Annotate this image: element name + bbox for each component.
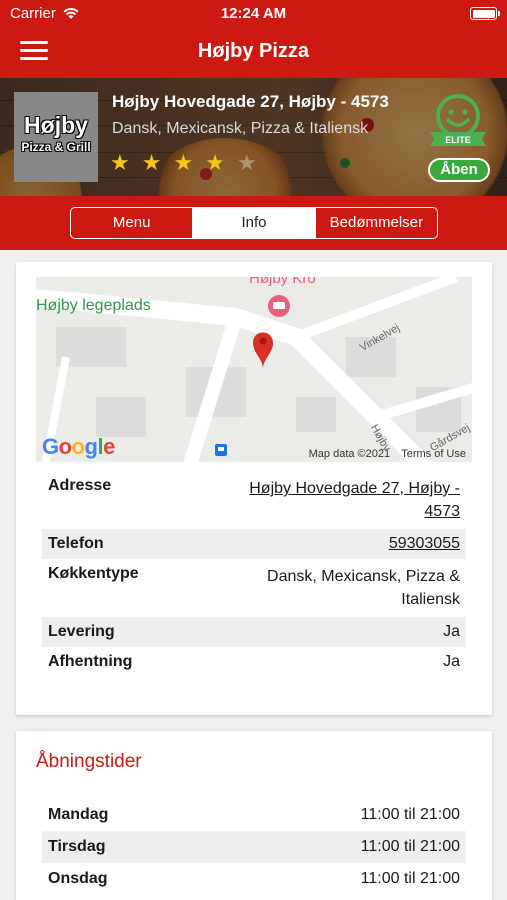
restaurant-header: Højby Pizza & Grill Højby Hovedgade 27, … [0, 78, 507, 196]
hours-row: Onsdag 11:00 til 21:00 [42, 863, 466, 895]
info-table: Adresse Højby Hovedgade 27, Højby - 4573… [42, 471, 466, 677]
nav-bar: Højby Pizza [0, 28, 507, 78]
day-label: Tirsdag [48, 838, 106, 855]
info-row-pickup: Afhentning Ja [42, 647, 466, 677]
logo-title: Højby [24, 112, 88, 138]
battery-icon [470, 7, 500, 20]
info-value: Ja [443, 623, 460, 640]
tab-bar: Menu Info Bedømmelser [0, 196, 507, 250]
star-icon: ★ [141, 150, 174, 175]
logo-subtitle: Pizza & Grill [21, 140, 91, 154]
restaurant-cuisine: Dansk, Mexicansk, Pizza & Italiensk [112, 120, 369, 137]
status-bar: Carrier 12:24 AM [0, 0, 507, 28]
info-label: Køkkentype [48, 565, 139, 582]
info-row-address: Adresse Højby Hovedgade 27, Højby - 4573 [42, 471, 466, 529]
info-label: Adresse [48, 477, 112, 494]
page-title: Højby Pizza [197, 40, 310, 62]
map-terms-link[interactable]: Terms of Use [401, 448, 466, 460]
star-icon: ★ [110, 150, 142, 175]
time-range: 11:00 til 21:00 [360, 838, 460, 855]
hours-row: Tirsdag 11:00 til 21:00 [42, 831, 466, 863]
info-row-delivery: Levering Ja [42, 617, 466, 647]
tab-info[interactable]: Info [192, 208, 315, 238]
address-link[interactable]: Højby Hovedgade 27, Højby - 4573 [210, 477, 460, 523]
open-status-badge: Åben [428, 158, 490, 182]
time-range: 11:00 til 21:00 [360, 870, 460, 887]
hours-row: Mandag 11:00 til 21:00 [42, 799, 466, 831]
info-label: Telefon [48, 535, 104, 552]
info-value: Dansk, Mexicansk, Pizza & Italiensk [267, 568, 460, 608]
location-map[interactable]: Højby legeplads Højby Kro Vinkelvej Højb… [36, 277, 472, 462]
opening-hours-title: Åbningstider [36, 751, 142, 772]
day-label: Onsdag [48, 870, 108, 887]
half-star-icon: ★ [205, 150, 237, 175]
map-label-place: Højby legeplads [36, 297, 151, 314]
info-value: Ja [443, 653, 460, 670]
restaurant-address: Højby Hovedgade 27, Højby - 4573 [112, 92, 389, 111]
opening-hours-card: Åbningstider Mandag 11:00 til 21:00 Tirs… [16, 731, 492, 900]
time-range: 11:00 til 21:00 [360, 806, 460, 823]
opening-hours-table: Mandag 11:00 til 21:00 Tirsdag 11:00 til… [42, 799, 466, 895]
info-row-cuisine: Køkkentype Dansk, Mexicansk, Pizza & Ita… [42, 559, 466, 617]
clock: 12:24 AM [220, 5, 287, 22]
day-label: Mandag [48, 806, 109, 823]
empty-star-icon: ★ [236, 150, 269, 175]
map-label-kro: Højby Kro [249, 277, 316, 287]
elite-smiley-icon: ELITE [430, 94, 486, 146]
segmented-control: Menu Info Bedømmelser [70, 207, 438, 239]
map-data-attribution: Map data ©2021 [308, 448, 391, 460]
phone-link[interactable]: 59303055 [389, 535, 460, 553]
restaurant-logo: Højby Pizza & Grill [14, 92, 98, 182]
info-row-phone: Telefon 59303055 [42, 529, 466, 559]
map-footer: Map data ©2021 Terms of Use [309, 448, 466, 460]
elite-label: ELITE [445, 135, 471, 145]
star-icon: ★ [173, 150, 206, 175]
tab-menu[interactable]: Menu [71, 208, 192, 238]
tab-reviews[interactable]: Bedømmelser [314, 208, 437, 238]
rating-stars: ★★★★★ [110, 150, 269, 176]
info-card: Højby legeplads Højby Kro Vinkelvej Højb… [16, 262, 492, 715]
google-logo: Google [42, 434, 115, 459]
info-label: Afhentning [48, 653, 133, 670]
info-label: Levering [48, 623, 115, 640]
